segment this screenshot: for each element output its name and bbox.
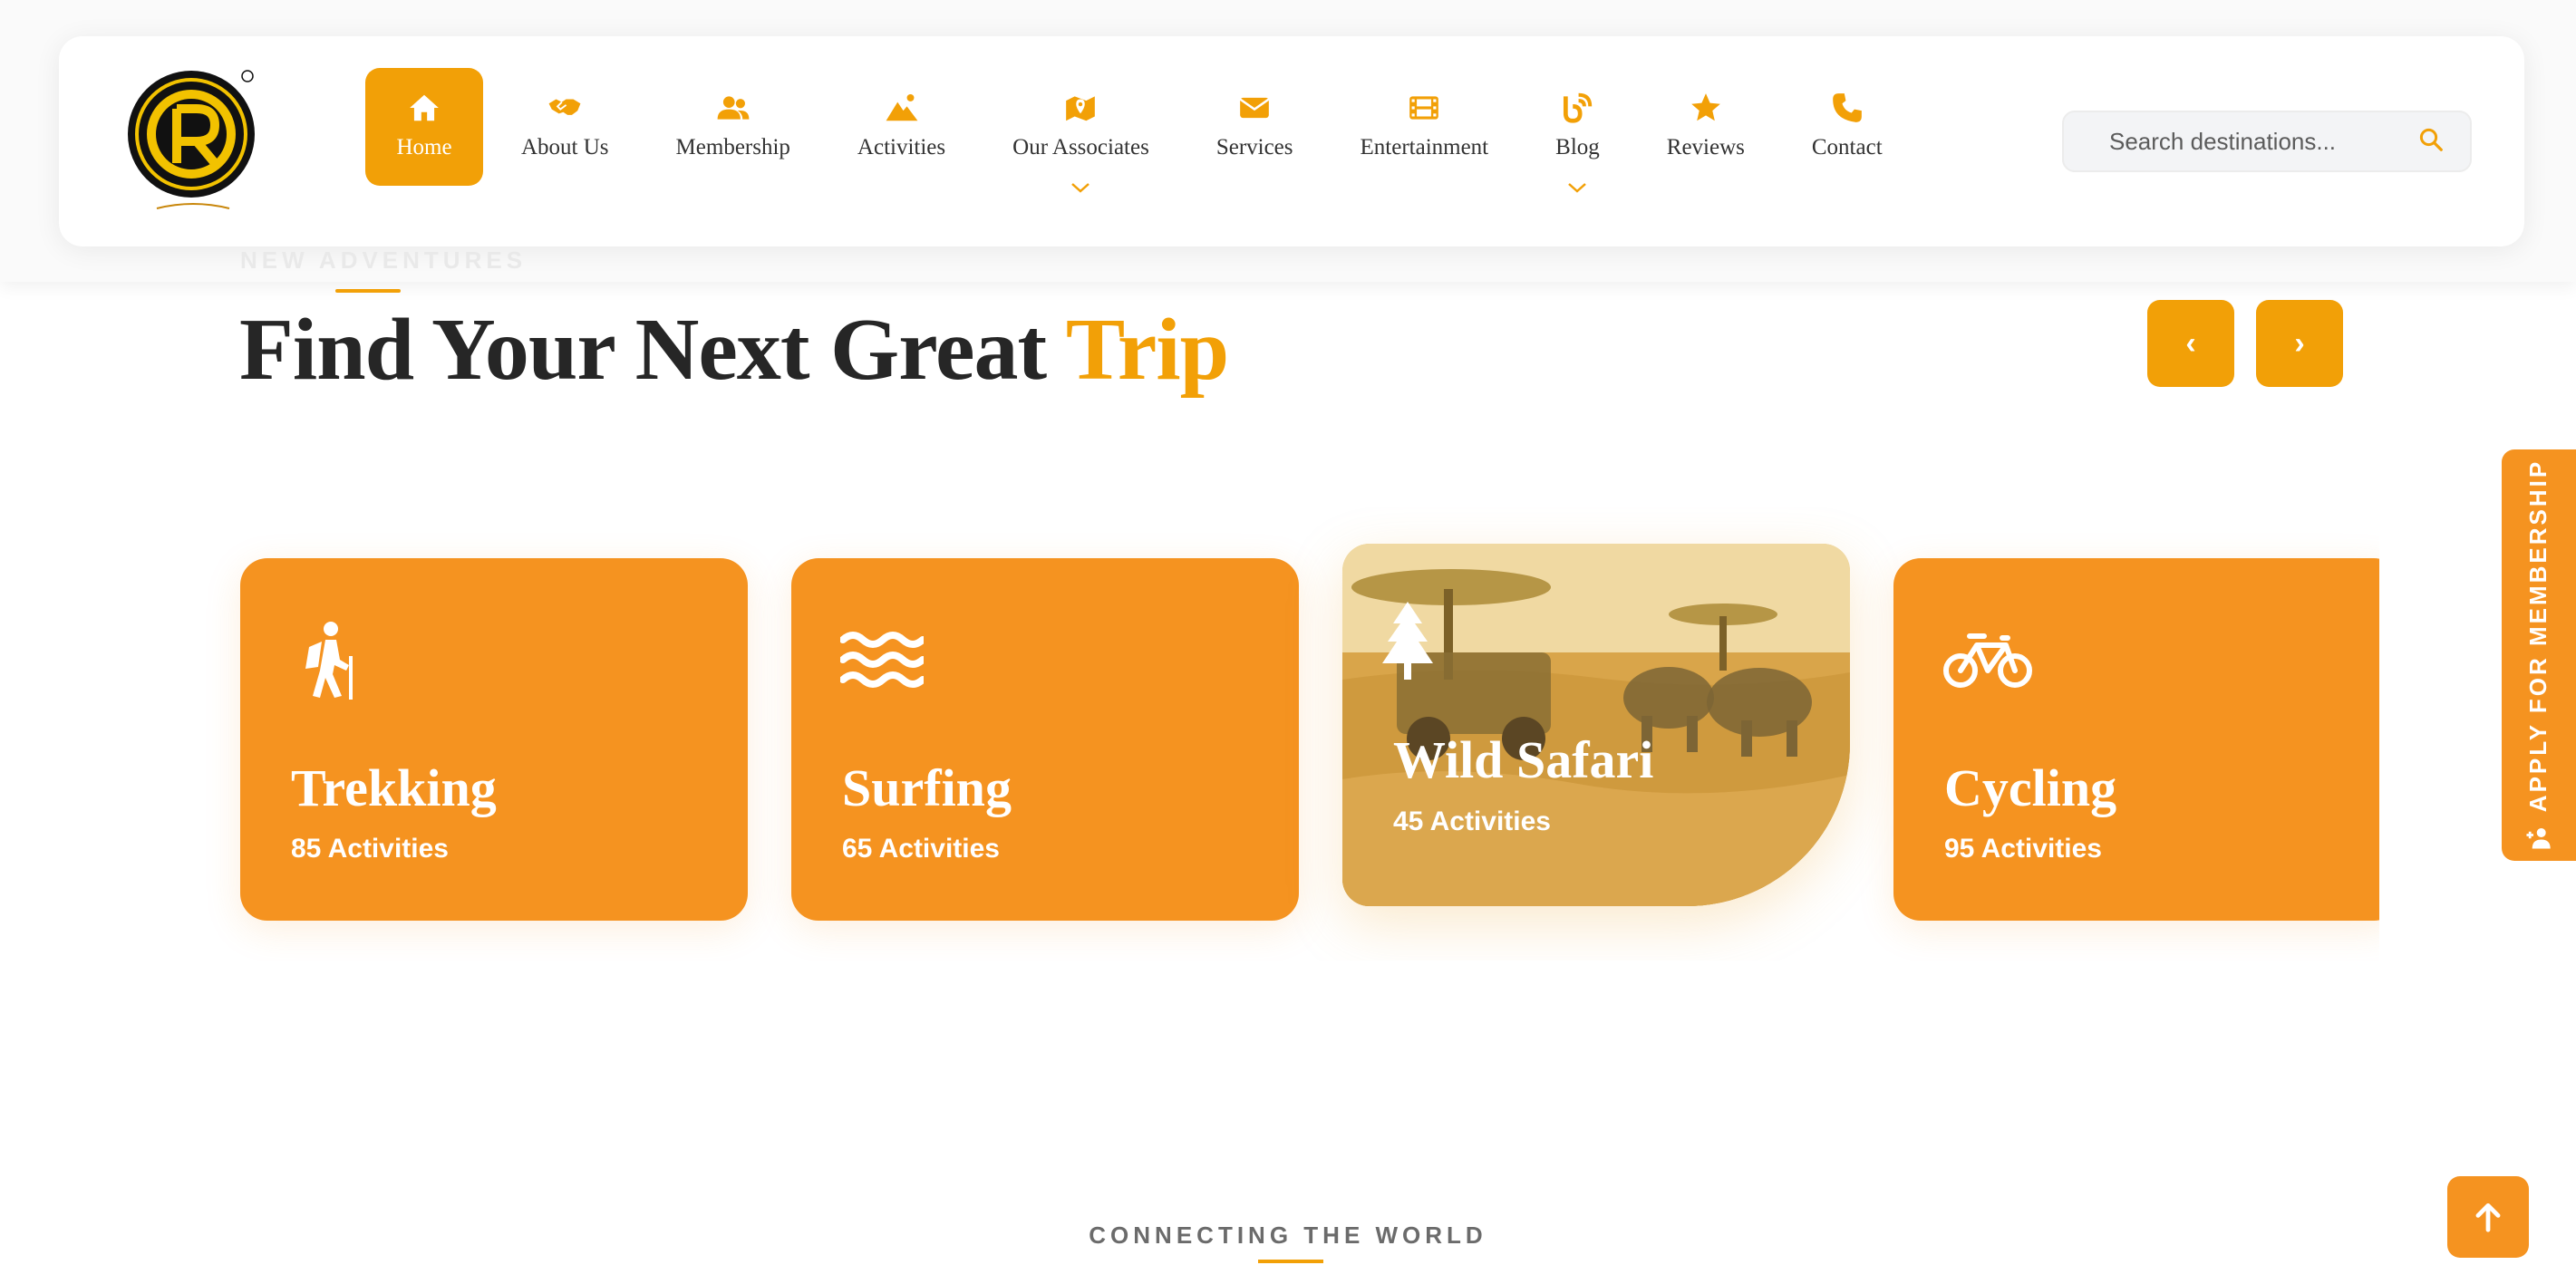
slider-next-button[interactable]: › [2256,300,2343,387]
chevron-down-icon[interactable] [1566,175,1588,193]
nav-item-blog[interactable]: Blog [1555,68,1600,193]
mountain-icon [884,90,920,126]
search-bar [2062,111,2472,172]
chevron-down-icon[interactable] [1070,175,1091,193]
card-count: 95 Activities [1944,834,2102,864]
card-count: 65 Activities [842,834,1000,864]
card-title: Cycling [1944,758,2117,817]
envelope-icon [1236,90,1273,126]
nav-item-about-us[interactable]: About Us [521,68,609,186]
map-marker-icon [1062,90,1099,126]
nav-item-entertainment[interactable]: Entertainment [1360,68,1489,186]
film-icon [1406,90,1442,126]
activity-carousel: Trekking 85 Activities Surfing 65 Activi… [0,507,2379,961]
back-to-top-button[interactable] [2447,1176,2529,1258]
nav-label: Our Associates [1012,135,1149,159]
eyebrow-underline [335,289,401,293]
nav-label: Services [1215,135,1293,159]
nav-menu: Home About Us Membership Activities Our … [365,68,1883,195]
slider-prev-button[interactable]: ‹ [2147,300,2234,387]
apply-membership-tab[interactable]: APPLY FOR MEMBERSHIP [2502,449,2576,861]
section-eyebrow: NEW ADVENTURES [240,246,528,274]
nav-item-reviews[interactable]: Reviews [1667,68,1745,186]
nav-label: Entertainment [1360,135,1489,159]
nav-label: Activities [857,135,946,159]
main-navbar: Home About Us Membership Activities Our … [59,36,2524,246]
phone-icon [1829,90,1865,126]
nav-item-activities[interactable]: Activities [857,68,945,186]
activity-card-cycling[interactable]: Cycling 95 Activities [1893,558,2379,921]
star-icon [1688,90,1724,126]
card-count: 85 Activities [291,834,449,864]
activity-card-wild-safari[interactable]: Wild Safari 45 Activities [1342,544,1850,906]
tree-icon [1371,600,1444,681]
site-logo[interactable] [121,63,266,217]
users-icon [715,90,751,126]
membership-tab-content: APPLY FOR MEMBERSHIP [2525,459,2553,851]
search-icon[interactable] [2417,126,2445,158]
water-waves-icon [839,620,926,701]
bicycle-icon [1942,620,2032,701]
nav-item-membership[interactable]: Membership [676,68,790,186]
nav-label: About Us [521,135,609,159]
page-title: Find Your Next Great Trip [239,299,1229,401]
title-main: Find Your Next Great [239,301,1066,399]
nav-label: Contact [1811,135,1883,159]
membership-tab-label: APPLY FOR MEMBERSHIP [2524,459,2552,812]
nav-item-home[interactable]: Home [365,68,483,186]
nav-label: Membership [675,135,790,159]
handshake-icon [547,90,583,126]
arrow-up-icon [2475,1202,2501,1232]
nav-label: Reviews [1666,135,1745,159]
card-count: 45 Activities [1393,806,1551,836]
eyebrow-underline [1258,1260,1323,1263]
section-eyebrow-connecting: CONNECTING THE WORLD [1089,1222,1487,1249]
safari-image [1342,544,1850,906]
card-title: Trekking [291,758,497,817]
nav-label: Blog [1555,135,1600,159]
card-title: Wild Safari [1393,730,1654,789]
hiking-icon [289,620,362,701]
activity-card-trekking[interactable]: Trekking 85 Activities [240,558,748,921]
nav-label: Home [396,135,452,159]
card-title: Surfing [842,758,1012,817]
nav-item-our-associates[interactable]: Our Associates [1012,68,1149,193]
nav-item-services[interactable]: Services [1216,68,1293,186]
search-input[interactable] [2109,127,2417,156]
nav-item-contact[interactable]: Contact [1812,68,1883,186]
activity-card-surfing[interactable]: Surfing 65 Activities [791,558,1299,921]
title-accent: Trip [1065,301,1229,399]
home-icon [406,90,442,126]
user-plus-icon [2526,827,2551,848]
blog-icon [1559,90,1595,126]
